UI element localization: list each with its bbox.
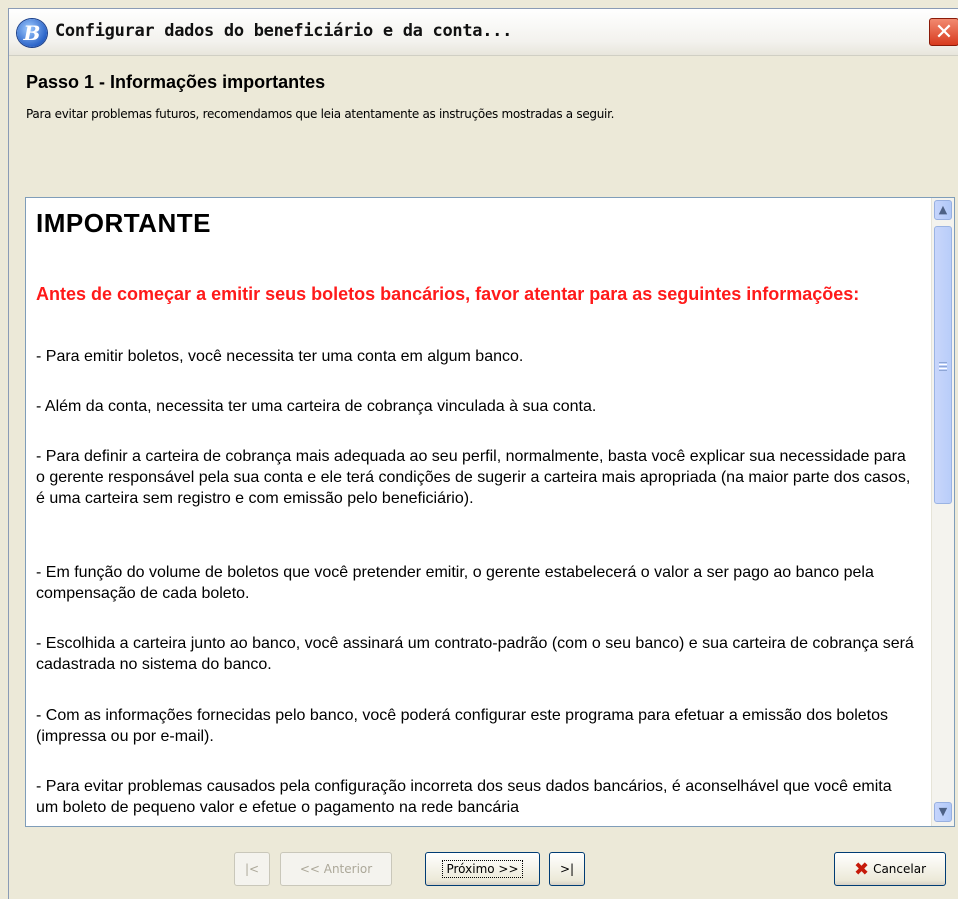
cancel-button[interactable]: ✖ Cancelar xyxy=(834,852,946,886)
grip-icon xyxy=(939,362,947,363)
instruction-paragraph: - Para emitir boletos, você necessita te… xyxy=(36,348,524,365)
next-button-label: Próximo >> xyxy=(442,860,523,878)
cancel-x-icon: ✖ xyxy=(853,858,870,880)
cancel-button-label: Cancelar xyxy=(873,862,927,876)
instruction-paragraph: - Além da conta, necessita ter uma carte… xyxy=(36,398,597,415)
down-arrow-icon: ▼ xyxy=(938,805,948,818)
instructions-warning: Antes de começar a emitir seus boletos b… xyxy=(36,284,860,304)
scrollbar-thumb[interactable] xyxy=(934,226,952,504)
first-step-button[interactable]: |< xyxy=(234,852,270,886)
window-title: Configurar dados do beneficiário e da co… xyxy=(55,21,513,41)
previous-button[interactable]: << Anterior xyxy=(280,852,392,886)
close-button[interactable]: ✕ xyxy=(929,18,958,46)
instructions-heading: IMPORTANTE xyxy=(36,208,211,238)
scroll-up-button[interactable]: ▲ xyxy=(934,200,952,220)
app-logo-icon: B xyxy=(17,19,47,47)
vertical-scrollbar[interactable]: ▲ ▼ xyxy=(931,198,954,826)
instruction-paragraph: - Em função do volume de boletos que voc… xyxy=(36,564,874,602)
wizard-dialog: B Configurar dados do beneficiário e da … xyxy=(8,8,958,899)
instructions-panel[interactable]: IMPORTANTE Antes de começar a emitir seu… xyxy=(25,197,955,827)
up-arrow-icon: ▲ xyxy=(938,203,948,216)
instruction-paragraph: - Para definir a carteira de cobrança ma… xyxy=(36,448,911,507)
scroll-down-button[interactable]: ▼ xyxy=(934,802,952,822)
step-title: Passo 1 - Informações importantes xyxy=(26,72,326,92)
close-icon: ✕ xyxy=(934,20,954,45)
instruction-paragraph: - Com as informações fornecidas pelo ban… xyxy=(36,707,889,745)
instruction-paragraph: - Para evitar problemas causados pela co… xyxy=(36,778,892,816)
title-bar[interactable]: B Configurar dados do beneficiário e da … xyxy=(9,9,958,56)
wizard-header: Passo 1 - Informações importantes Para e… xyxy=(9,56,958,206)
next-button[interactable]: Próximo >> xyxy=(425,852,540,886)
last-step-button[interactable]: >| xyxy=(549,852,585,886)
step-subtitle: Para evitar problemas futuros, recomenda… xyxy=(26,107,615,121)
instruction-paragraph: - Escolhida a carteira junto ao banco, v… xyxy=(36,635,914,673)
